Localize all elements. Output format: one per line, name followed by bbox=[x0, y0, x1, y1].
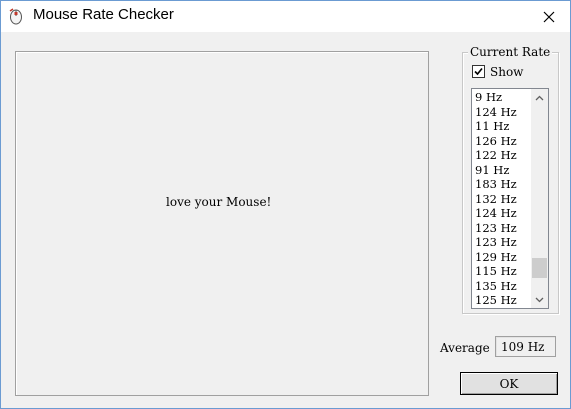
rate-list-item[interactable]: 183 Hz bbox=[475, 177, 529, 192]
close-icon bbox=[543, 11, 555, 22]
rate-list-item[interactable]: 132 Hz bbox=[475, 192, 529, 207]
rate-list-item[interactable]: 124 Hz bbox=[475, 206, 529, 221]
rate-list-item[interactable]: 122 Hz bbox=[475, 148, 529, 163]
rate-list-item[interactable]: 9 Hz bbox=[475, 90, 529, 105]
rate-list-item[interactable]: 124 Hz bbox=[475, 105, 529, 120]
rate-list-item[interactable]: 123 Hz bbox=[475, 221, 529, 236]
show-checkbox[interactable]: Show bbox=[472, 64, 523, 79]
rate-list-item[interactable]: 126 Hz bbox=[475, 134, 529, 149]
average-label: Average bbox=[440, 341, 490, 355]
show-label: Show bbox=[490, 64, 524, 79]
rate-list-item[interactable]: 11 Hz bbox=[475, 119, 529, 134]
scroll-down-button[interactable] bbox=[531, 291, 548, 308]
mouse-test-area[interactable]: love your Mouse! bbox=[15, 51, 429, 396]
rate-list-item[interactable]: 129 Hz bbox=[475, 250, 529, 265]
chevron-down-icon bbox=[535, 297, 544, 302]
current-rate-label: Current Rate bbox=[468, 45, 553, 59]
rate-list-item[interactable]: 123 Hz bbox=[475, 235, 529, 250]
main-window: Mouse Rate Checker love your Mouse! Curr… bbox=[0, 0, 571, 409]
mouse-icon bbox=[7, 7, 25, 25]
title-bar[interactable]: Mouse Rate Checker bbox=[1, 1, 570, 32]
scroll-up-button[interactable] bbox=[531, 89, 548, 106]
rate-list-item[interactable]: 91 Hz bbox=[475, 163, 529, 178]
canvas-message: love your Mouse! bbox=[166, 195, 272, 209]
average-field: 109 Hz bbox=[495, 336, 556, 357]
vertical-scrollbar[interactable] bbox=[531, 89, 548, 308]
checkbox-box[interactable] bbox=[472, 65, 485, 78]
close-button[interactable] bbox=[528, 1, 570, 32]
check-icon bbox=[474, 67, 483, 76]
chevron-up-icon bbox=[535, 95, 544, 100]
scroll-thumb[interactable] bbox=[532, 257, 547, 278]
rate-listbox[interactable]: 9 Hz 124 Hz 11 Hz 126 Hz 122 Hz 91 Hz 183 Hz 13… bbox=[471, 88, 549, 309]
rate-list: 9 Hz 124 Hz 11 Hz 126 Hz 122 Hz 91 Hz 183 Hz 13… bbox=[475, 90, 529, 308]
rate-list-item[interactable]: 125 Hz bbox=[475, 293, 529, 308]
window-title: Mouse Rate Checker bbox=[33, 6, 174, 23]
rate-list-item[interactable]: 115 Hz bbox=[475, 264, 529, 279]
ok-button[interactable]: OK bbox=[460, 372, 558, 395]
rate-list-item[interactable]: 135 Hz bbox=[475, 279, 529, 294]
